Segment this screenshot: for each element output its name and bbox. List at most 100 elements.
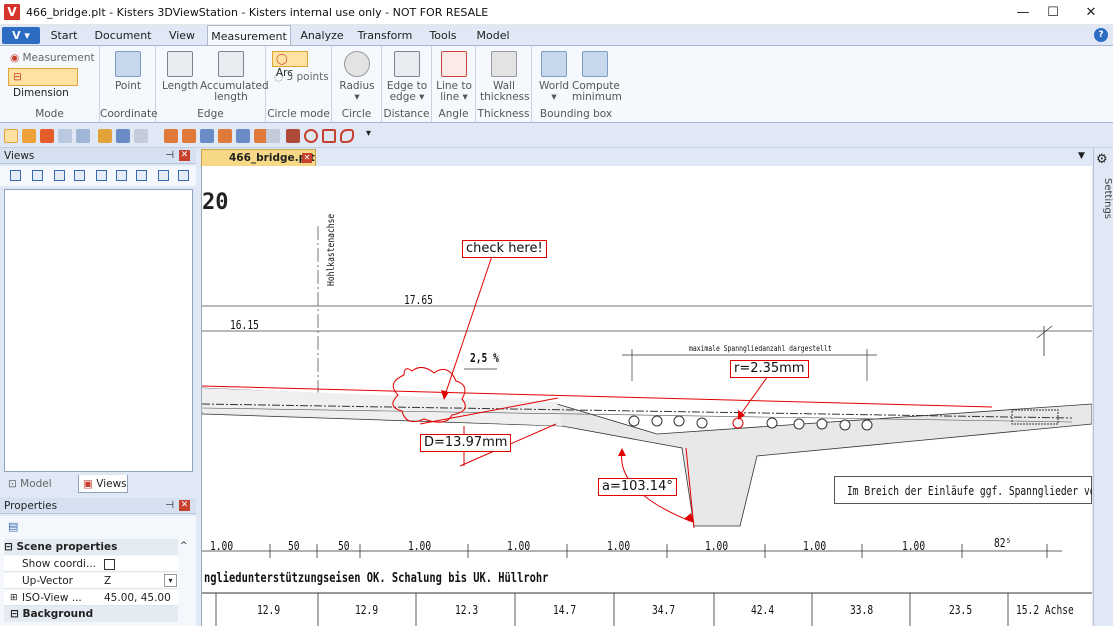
show-coordinates-label: Show coordi... bbox=[22, 558, 97, 570]
drawing-viewport[interactable]: 20 Hohlkastenachse 17.65 16.15 2,5 % max… bbox=[201, 166, 1092, 626]
show-coordinates-checkbox[interactable] bbox=[104, 559, 115, 570]
help-icon[interactable]: ? bbox=[1094, 28, 1108, 42]
radius-button[interactable]: Radius ▾ bbox=[336, 51, 378, 103]
three-points-mode-button[interactable]: ◌ 3 points bbox=[274, 71, 329, 83]
scroll-up-icon[interactable]: ^ bbox=[180, 541, 188, 551]
length-button[interactable]: Length bbox=[162, 51, 198, 92]
properties-sort-icon[interactable]: ▤ bbox=[8, 520, 18, 533]
up-vector-value[interactable]: Z bbox=[104, 573, 111, 589]
point-button[interactable]: Point bbox=[106, 51, 150, 92]
arc-mode-button[interactable]: ◯ Arc bbox=[272, 51, 308, 79]
tab-document[interactable]: Document bbox=[90, 25, 156, 46]
settings-icon[interactable]: ⚙ bbox=[1096, 152, 1108, 167]
view-right-icon[interactable] bbox=[236, 129, 250, 143]
line-to-line-button[interactable]: Line to line ▾ bbox=[434, 51, 474, 103]
views-list[interactable] bbox=[4, 189, 193, 472]
wall-thickness-button[interactable]: Wall thickness bbox=[480, 51, 530, 103]
document-tab-bar bbox=[197, 148, 1100, 166]
view-iso-icon[interactable] bbox=[200, 129, 214, 143]
view-left-icon[interactable] bbox=[218, 129, 232, 143]
table-cell: 42.4 bbox=[751, 603, 775, 617]
accumulated-length-icon bbox=[218, 51, 244, 77]
markup-line-icon[interactable] bbox=[286, 129, 300, 143]
view-settings-icon[interactable] bbox=[178, 170, 189, 181]
collapse-icon: ⊟ bbox=[10, 608, 23, 620]
view-front-icon[interactable] bbox=[164, 129, 178, 143]
accumulated-label-2: length bbox=[214, 91, 248, 103]
radio-icon: ◯ bbox=[276, 53, 288, 65]
pin-icon[interactable]: ⊣ bbox=[165, 498, 174, 514]
view-next-icon[interactable] bbox=[136, 170, 147, 181]
measurement-mode-option[interactable]: ◉ Measurement bbox=[10, 52, 95, 64]
tab-model-tree[interactable]: ⊡ Model tree bbox=[4, 475, 76, 508]
fit-all-icon[interactable] bbox=[98, 129, 112, 143]
note-text: Im Breich der Einläufe ggf. Spannglieder… bbox=[847, 484, 1092, 498]
view-bottom-icon[interactable] bbox=[266, 129, 280, 143]
view-first-icon[interactable] bbox=[96, 170, 107, 181]
tab-view[interactable]: View bbox=[162, 25, 202, 46]
view-add-icon[interactable] bbox=[10, 170, 21, 181]
select-tool-icon[interactable] bbox=[4, 129, 18, 143]
markup-cloud-icon[interactable] bbox=[340, 129, 354, 143]
dimension-mode-button[interactable]: ⊟ Dimension bbox=[8, 68, 78, 99]
expand-icon[interactable]: ⊞ bbox=[10, 590, 18, 606]
pan-icon[interactable] bbox=[40, 129, 54, 143]
diameter-measurement-label[interactable]: D=13.97mm bbox=[420, 434, 512, 452]
views-close-icon[interactable]: ✕ bbox=[179, 150, 190, 161]
check-here-annotation[interactable]: check here! bbox=[462, 240, 547, 258]
world-box-icon bbox=[541, 51, 567, 77]
up-vector-row: Up-Vector Z ▾ bbox=[4, 573, 178, 589]
compute-box-icon bbox=[582, 51, 608, 77]
markup-circle-icon[interactable] bbox=[304, 129, 318, 143]
view-stop-icon[interactable] bbox=[116, 170, 127, 181]
bottom-dimension: 50 bbox=[338, 539, 350, 553]
tab-list-dropdown-icon[interactable]: ▼ bbox=[1078, 151, 1085, 161]
collapse-icon: ⊟ bbox=[4, 541, 17, 553]
up-vector-dropdown-icon[interactable]: ▾ bbox=[164, 574, 177, 587]
document-tab[interactable]: 466_bridge.plt ✕ bbox=[201, 149, 316, 166]
tab-analyze[interactable]: Analyze bbox=[296, 25, 348, 46]
view-delete-icon[interactable] bbox=[74, 170, 85, 181]
app-menu-button[interactable]: V ▾ bbox=[2, 27, 40, 44]
world-bbox-button[interactable]: World ▾ bbox=[536, 51, 572, 103]
section-icon[interactable] bbox=[134, 129, 148, 143]
pin-icon[interactable]: ⊣ bbox=[165, 148, 174, 164]
views-panel-header: Views ⊣ ✕ bbox=[0, 148, 196, 164]
properties-title: Properties bbox=[4, 500, 58, 512]
slope-label: 2,5 % bbox=[470, 351, 499, 365]
table-cell: 12.9 bbox=[355, 603, 379, 617]
angle-measurement-label[interactable]: a=103.14° bbox=[598, 478, 677, 496]
iso-view-row[interactable]: ⊞ ISO-View ... 45.00, 45.00 bbox=[4, 590, 178, 606]
close-tab-icon[interactable]: ✕ bbox=[302, 153, 312, 163]
tab-start[interactable]: Start bbox=[44, 25, 84, 46]
tab-transform[interactable]: Transform bbox=[354, 25, 416, 46]
edge-to-edge-button[interactable]: Edge to edge ▾ bbox=[384, 51, 430, 103]
show-coordinates-row: Show coordi... bbox=[4, 556, 178, 572]
model-tree-icon: ⊡ bbox=[8, 478, 21, 490]
rotate-icon[interactable] bbox=[22, 129, 36, 143]
bottom-dimension: 1.00 bbox=[705, 539, 729, 553]
view-play-icon[interactable] bbox=[158, 170, 169, 181]
table-cell: 15.2 Achse bbox=[1016, 603, 1074, 617]
background-row[interactable]: ⊟ Background bbox=[4, 606, 178, 622]
tab-measurement[interactable]: Measurement bbox=[207, 25, 291, 46]
properties-close-icon[interactable]: ✕ bbox=[179, 500, 190, 511]
markup-rect-icon[interactable] bbox=[322, 129, 336, 143]
tab-tools[interactable]: Tools bbox=[423, 25, 463, 46]
fit-selection-icon[interactable] bbox=[116, 129, 130, 143]
close-button[interactable]: ✕ bbox=[1068, 0, 1113, 25]
zoom-icon[interactable] bbox=[76, 129, 90, 143]
view-new-icon[interactable] bbox=[32, 170, 43, 181]
radius-measurement-label[interactable]: r=2.35mm bbox=[730, 360, 809, 378]
tab-model[interactable]: Model bbox=[472, 25, 514, 46]
dimension-16-15: 16.15 bbox=[230, 318, 259, 332]
accumulated-length-button[interactable]: Accumulated length bbox=[200, 51, 269, 103]
view-update-icon[interactable] bbox=[54, 170, 65, 181]
view-top-icon[interactable] bbox=[182, 129, 196, 143]
compute-minimum-button[interactable]: Compute minimum bbox=[572, 51, 622, 103]
tab-views[interactable]: ▣ Views bbox=[78, 475, 128, 493]
settings-sidebar[interactable] bbox=[1093, 148, 1113, 626]
scene-properties-row[interactable]: ⊟ Scene properties bbox=[4, 539, 178, 555]
zoom-box-icon[interactable] bbox=[58, 129, 72, 143]
toolbar-overflow-icon[interactable]: ▾ bbox=[366, 128, 371, 139]
